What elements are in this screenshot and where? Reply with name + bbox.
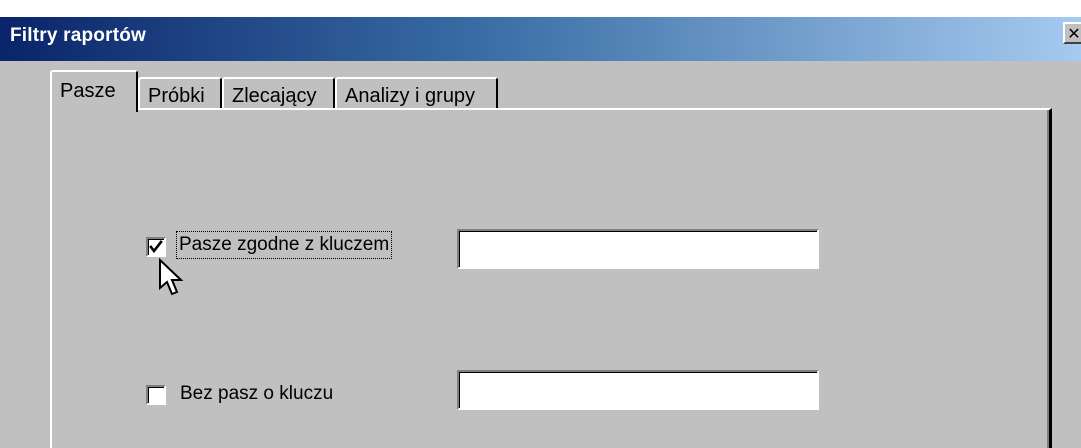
report-filters-dialog: Filtry raportów ✕ Pasze Próbki Zlecający…: [0, 0, 1081, 448]
tab-zlecajacy[interactable]: Zlecający: [222, 77, 335, 110]
without-key-label[interactable]: Bez pasz o kluczu: [180, 383, 333, 405]
close-button[interactable]: ✕: [1063, 22, 1081, 44]
tab-label: Próbki: [148, 85, 205, 107]
checkmark-icon: [149, 240, 163, 254]
tab-analizy-i-grupy[interactable]: Analizy i grupy: [335, 77, 498, 110]
matching-key-label[interactable]: Pasze zgodne z kluczem: [176, 231, 393, 259]
title-bar[interactable]: Filtry raportów ✕: [0, 17, 1081, 61]
tab-label: Pasze: [60, 80, 116, 102]
close-icon: ✕: [1067, 24, 1081, 43]
without-key-checkbox[interactable]: [146, 385, 166, 405]
tab-probki[interactable]: Próbki: [138, 77, 222, 110]
matching-key-checkbox[interactable]: [146, 237, 166, 257]
arrow-pointer-icon: [159, 258, 184, 296]
tab-label: Zlecający: [232, 85, 317, 107]
tab-pasze[interactable]: Pasze: [50, 70, 138, 112]
top-strip: [0, 0, 1081, 17]
matching-key-input[interactable]: [457, 229, 819, 269]
without-key-input[interactable]: [457, 370, 819, 410]
window-title: Filtry raportów: [10, 25, 147, 46]
tab-label: Analizy i grupy: [345, 85, 476, 107]
